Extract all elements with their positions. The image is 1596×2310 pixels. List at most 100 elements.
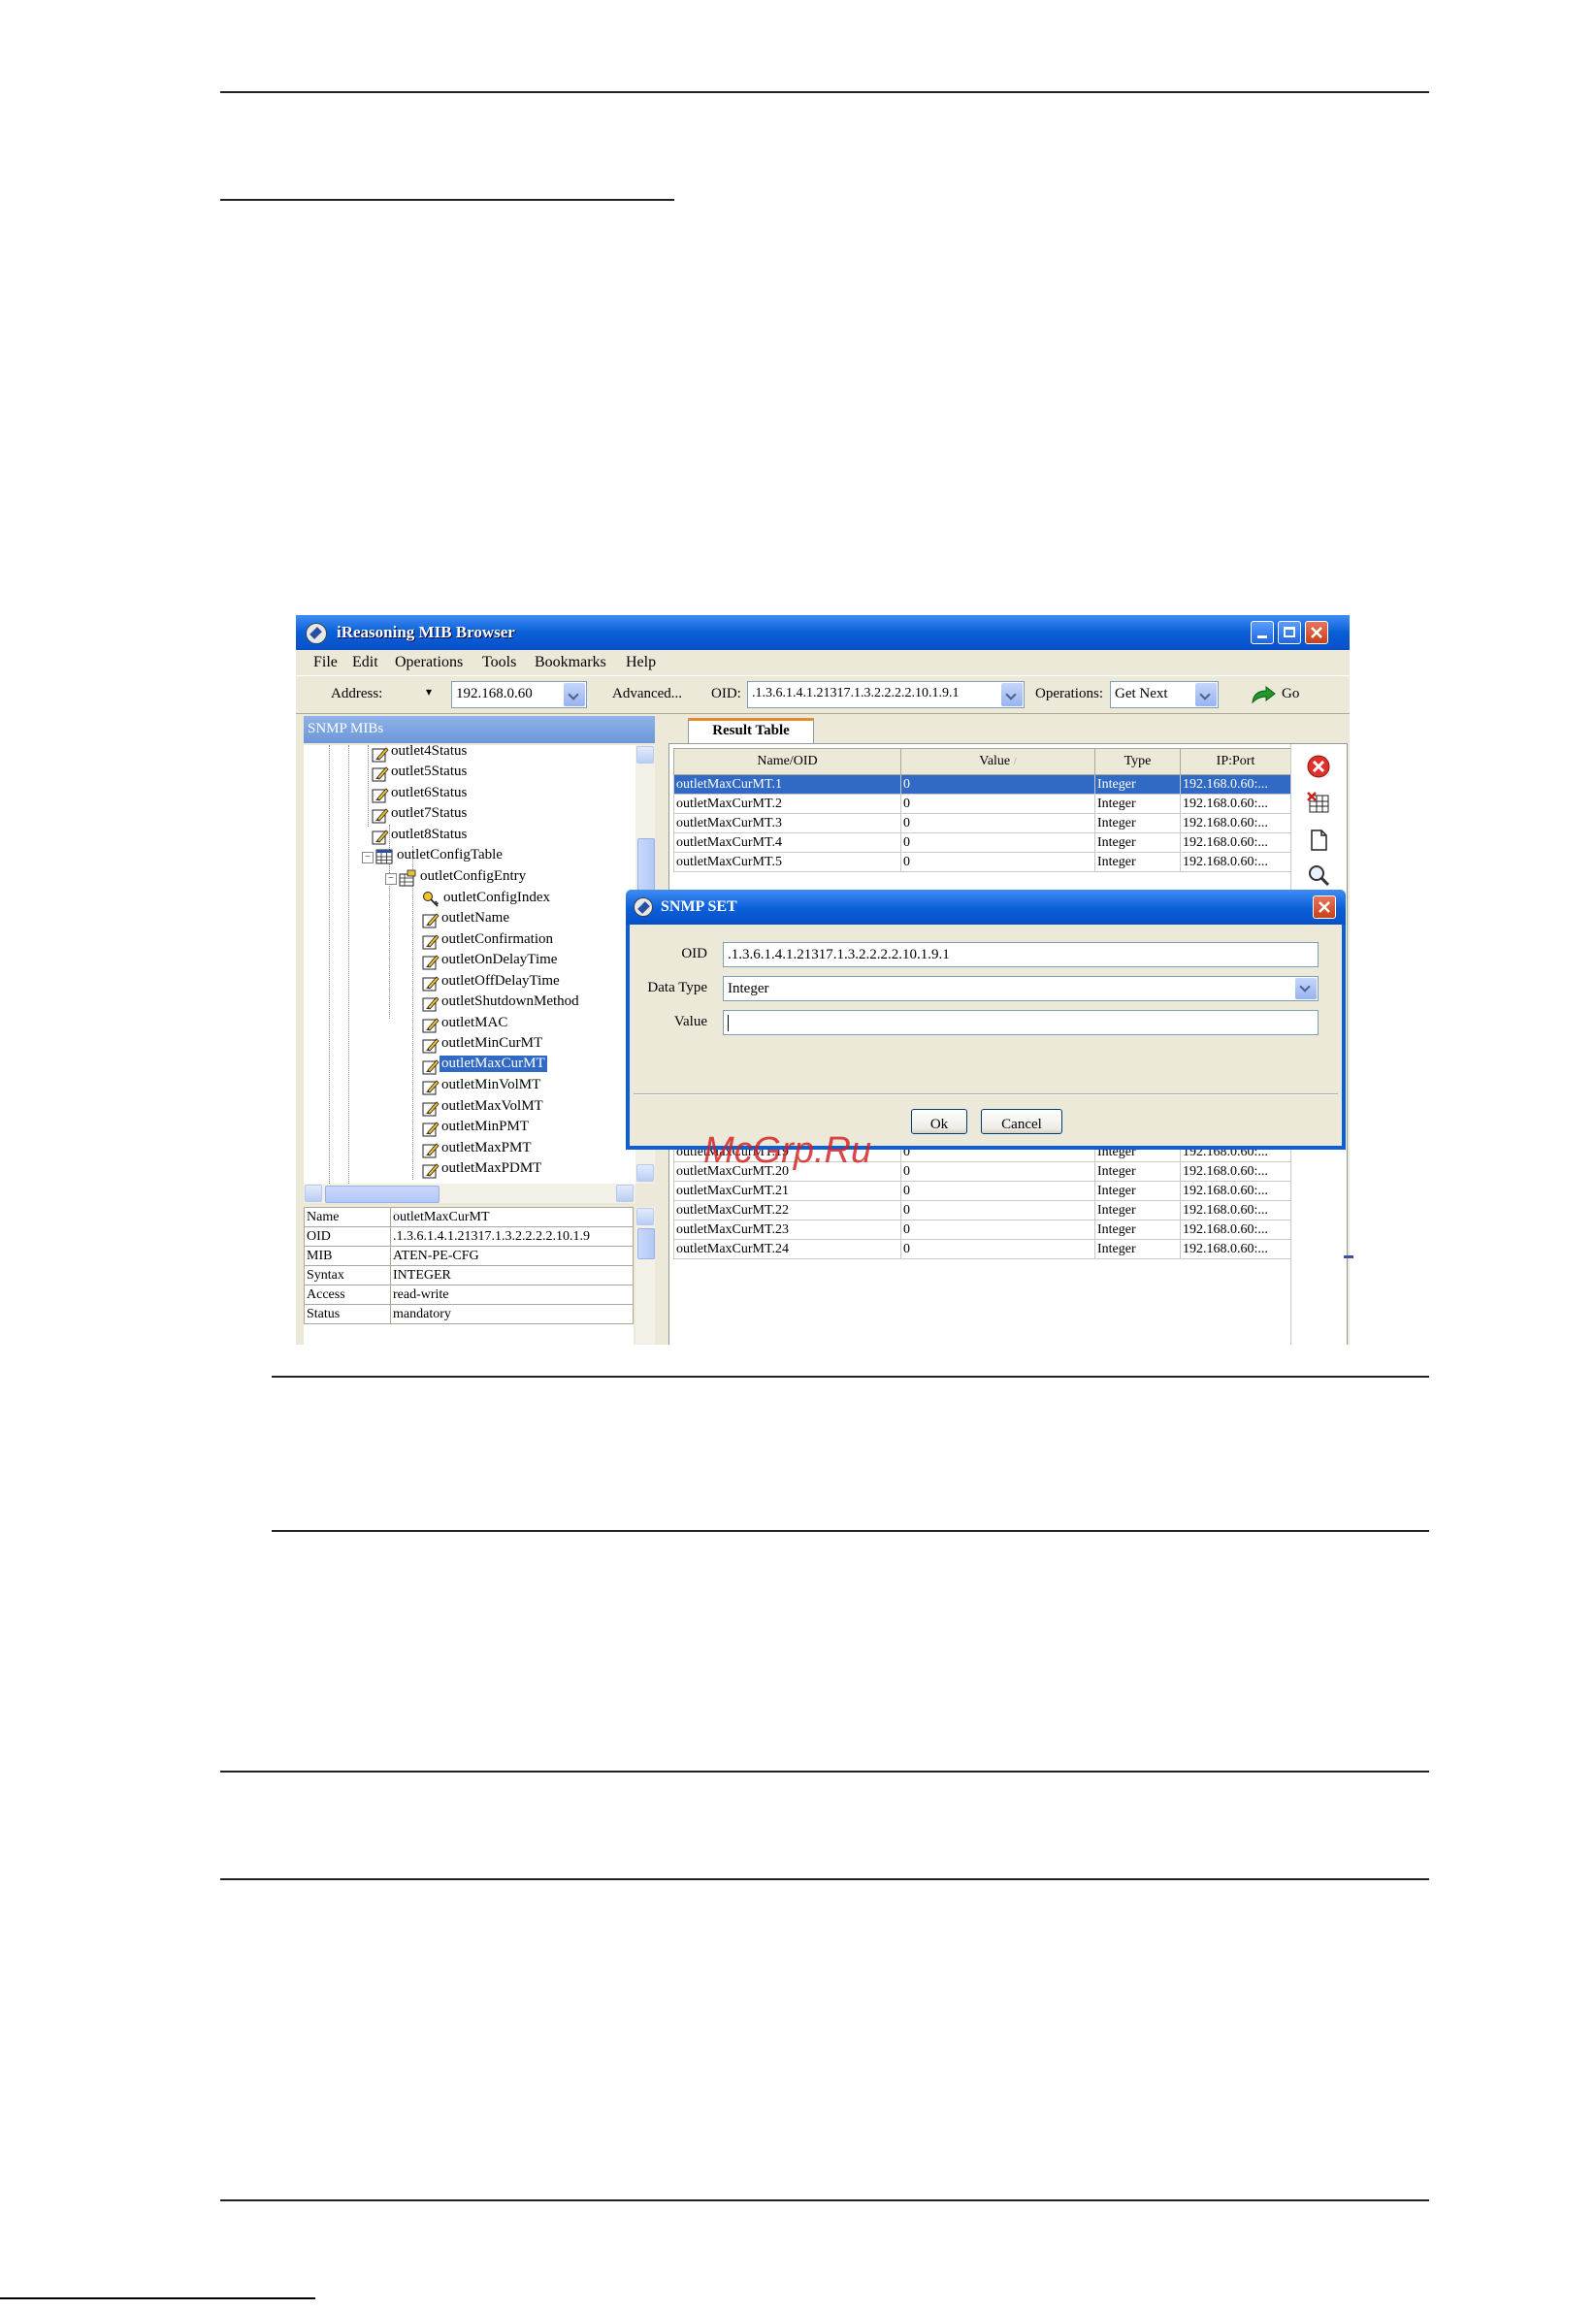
advanced-button[interactable]: Advanced... [612,686,682,702]
property-value[interactable]: ATEN-PE-CFG [390,1246,634,1266]
table-row[interactable]: outletMaxCurMT.22 0 Integer 192.168.0.60:..… [673,1200,1291,1220]
column-header-value[interactable]: Value / [900,748,1095,775]
go-button[interactable]: Go [1282,686,1299,702]
toolbar: Address: ▾ 192.168.0.60 Advanced... OID:… [296,675,1350,714]
stop-icon[interactable] [1306,754,1331,779]
menu-bookmarks[interactable]: Bookmarks [535,654,606,671]
document-icon[interactable] [1306,828,1331,853]
text-caret [728,1015,729,1031]
table-row[interactable]: outletMaxCurMT.5 0 Integer 192.168.0.60:... [673,852,1291,872]
cell-value: 0 [900,774,1095,795]
cancel-button[interactable]: Cancel [981,1109,1062,1134]
cell-type: Integer [1094,813,1181,833]
property-value[interactable]: read-write [390,1285,634,1305]
tree-node[interactable]: outletConfirmation [441,931,553,948]
data-type-select[interactable]: Integer [723,976,1319,1001]
cell-ip: 192.168.0.60:... [1180,832,1291,853]
minimize-icon[interactable] [1251,621,1274,644]
scroll-thumb[interactable] [325,1186,440,1203]
tree-node[interactable]: outletMaxVolMT [441,1098,543,1115]
cell-value: 0 [900,794,1095,814]
cell-ip: 192.168.0.60:... [1180,774,1291,795]
leaf-node-icon [422,1161,440,1179]
table-row-selected[interactable]: outletMaxCurMT.1 0 Integer 192.168.0.60:... [673,774,1291,795]
table-row[interactable]: outletMaxCurMT.3 0 Integer 192.168.0.60:... [673,813,1291,833]
clear-table-icon[interactable] [1306,791,1331,816]
properties-scrollbar[interactable] [635,1207,655,1345]
tree-node[interactable]: outletOnDelayTime [441,952,557,968]
cell-value: 0 [900,813,1095,833]
close-icon[interactable] [1305,621,1328,644]
table-row[interactable]: outletMaxCurMT.23 0 Integer 192.168.0.60:..… [673,1220,1291,1240]
oid-combo[interactable]: .1.3.6.1.4.1.21317.1.3.2.2.2.2.10.1.9.1 [747,681,1025,708]
value-input[interactable] [723,1010,1319,1035]
tree-node[interactable]: outletConfigIndex [443,890,550,906]
scroll-down-icon[interactable] [636,1164,654,1182]
property-value[interactable]: .1.3.6.1.4.1.21317.1.3.2.2.2.2.10.1.9 [390,1226,634,1247]
menu-edit[interactable]: Edit [352,654,378,671]
tree-horizontal-scrollbar[interactable] [304,1184,635,1203]
collapse-toggle[interactable]: − [385,873,397,885]
tree-node[interactable]: outletMinPMT [441,1119,529,1135]
operations-select[interactable]: Get Next [1110,681,1219,708]
tree-node[interactable]: outletMinVolMT [441,1077,540,1093]
tree-node[interactable]: outletMAC [441,1015,507,1031]
scroll-up-icon[interactable] [636,1208,654,1225]
chevron-down-icon[interactable] [1195,683,1217,706]
table-row[interactable]: outletMaxCurMT.4 0 Integer 192.168.0.60:... [673,832,1291,853]
chevron-down-icon[interactable] [564,683,585,706]
cell-value: 0 [900,832,1095,853]
go-arrow-icon[interactable] [1250,685,1277,704]
address-history-dropdown[interactable]: ▾ [426,685,432,700]
cell-ip: 192.168.0.60:... [1180,1181,1291,1201]
scroll-thumb[interactable] [637,1228,655,1259]
menu-help[interactable]: Help [626,654,656,671]
tree-node[interactable]: outletMaxPMT [441,1140,532,1156]
chevron-down-icon[interactable] [1295,978,1317,999]
table-row[interactable]: outletMaxCurMT.24 0 Integer 192.168.0.60:..… [673,1239,1291,1259]
address-combo[interactable]: 192.168.0.60 [451,681,587,708]
tree-node[interactable]: outletConfigEntry [420,868,526,885]
tree-node[interactable]: outletOffDelayTime [441,973,560,990]
property-value[interactable]: INTEGER [390,1265,634,1285]
tree-node[interactable]: outlet5Status [391,764,467,780]
cell-name: outletMaxCurMT.23 [673,1220,901,1240]
tab-result-table[interactable]: Result Table [688,718,814,743]
cell-ip: 192.168.0.60:... [1180,1220,1291,1240]
tree-node[interactable]: outletName [441,910,509,927]
menu-tools[interactable]: Tools [482,654,516,671]
scroll-right-icon[interactable] [616,1185,634,1202]
column-header-name[interactable]: Name/OID [673,748,901,775]
column-header-ip-port[interactable]: IP:Port [1180,748,1291,775]
column-header-type[interactable]: Type [1094,748,1181,775]
mib-properties-table: Name outletMaxCurMT OID .1.3.6.1.4.1.21317… [304,1207,634,1345]
maximize-icon[interactable] [1278,621,1301,644]
close-icon[interactable] [1313,895,1336,919]
oid-input[interactable]: .1.3.6.1.4.1.21317.1.3.2.2.2.2.10.1.9.1 [723,942,1319,967]
tree-node[interactable]: outletMaxPDMT [441,1160,541,1177]
tree-node[interactable]: outlet8Status [391,827,467,843]
menu-operations[interactable]: Operations [395,654,463,671]
tree-node[interactable]: outlet6Status [391,785,467,801]
tree-node-selected[interactable]: outletMaxCurMT [440,1056,547,1072]
tree-node[interactable]: outletMinCurMT [441,1035,542,1052]
tree-node[interactable]: outlet7Status [391,805,467,822]
tree-node[interactable]: outlet4Status [391,745,467,760]
ok-button[interactable]: Ok [911,1109,967,1134]
property-value[interactable]: mandatory [390,1304,634,1324]
chevron-down-icon[interactable] [1001,683,1023,706]
scroll-up-icon[interactable] [636,746,654,764]
menu-file[interactable]: File [313,654,338,671]
tree-node[interactable]: outletShutdownMethod [441,993,579,1010]
table-row[interactable]: outletMaxCurMT.2 0 Integer 192.168.0.60:... [673,794,1291,814]
collapse-toggle[interactable]: − [362,852,374,863]
property-value[interactable]: outletMaxCurMT [390,1207,634,1227]
section-heading-rule [220,199,674,201]
mib-tree: outlet4Status outlet5Status outlet6Statu… [304,745,635,1184]
tree-node[interactable]: outletConfigTable [397,847,503,863]
table-row[interactable]: outletMaxCurMT.21 0 Integer 192.168.0.60:..… [673,1181,1291,1201]
scroll-left-icon[interactable] [305,1185,322,1202]
operations-value: Get Next [1115,686,1168,701]
note-bottom-rule [272,1530,1429,1532]
search-icon[interactable] [1306,862,1331,888]
